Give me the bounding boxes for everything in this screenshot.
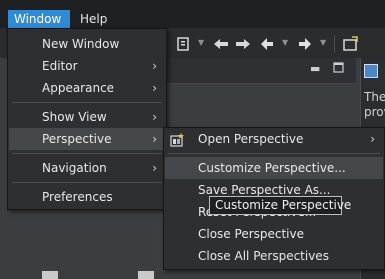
right-panel-line: prov (364, 105, 385, 119)
chevron-right-icon: › (152, 132, 157, 146)
tooltip: Customize Perspective (209, 196, 351, 215)
menu-item-close-all-perspectives[interactable]: Close All Perspectives (165, 245, 383, 267)
chevron-right-icon: › (152, 110, 157, 124)
menu-separator (12, 153, 162, 154)
bottom-tab[interactable] (42, 271, 58, 279)
menu-item-label: Show View (42, 110, 107, 124)
menu-item-open-perspective[interactable]: Open Perspective › (165, 128, 383, 150)
menu-item-show-view[interactable]: Show View › (9, 106, 165, 128)
menu-item-close-perspective[interactable]: Close Perspective (165, 223, 383, 245)
menu-separator (168, 153, 380, 154)
menubar: Window Help (0, 0, 385, 28)
open-type-icon[interactable] (176, 36, 192, 52)
menu-item-label: Open Perspective (198, 132, 304, 146)
window-menu: New Window Editor › Appearance › Show Vi… (7, 28, 167, 210)
menu-separator (12, 182, 162, 183)
chevron-right-icon: › (152, 161, 157, 175)
menu-item-label: New Window (42, 37, 120, 51)
menu-item-label: Close All Perspectives (198, 249, 329, 263)
perspective-toolbar-icon[interactable] (342, 36, 358, 52)
maximize-icon[interactable] (333, 62, 344, 76)
menu-item-perspective[interactable]: Perspective › (9, 128, 165, 150)
chevron-right-icon: › (152, 81, 157, 95)
menu-item-customize-perspective[interactable]: Customize Perspective... (165, 157, 383, 179)
chevron-right-icon: › (370, 132, 375, 146)
menu-item-editor[interactable]: Editor › (9, 55, 165, 77)
menubar-help[interactable]: Help (74, 10, 113, 28)
chevron-down-icon[interactable]: ▼ (320, 38, 326, 47)
menu-item-appearance[interactable]: Appearance › (9, 77, 165, 99)
menu-item-label: Save Perspective As... (198, 183, 331, 197)
outline-icon[interactable] (364, 64, 378, 78)
menu-item-label: Editor (42, 59, 78, 73)
back-edit-icon[interactable] (212, 36, 230, 52)
open-perspective-icon (170, 132, 185, 147)
right-panel-line: The (364, 90, 385, 104)
right-panel-text: The prov (364, 90, 385, 120)
forward-arrow-icon[interactable] (297, 36, 313, 52)
minimize-icon[interactable]: ▬ (310, 62, 320, 75)
menu-item-navigation[interactable]: Navigation › (9, 157, 165, 179)
menu-item-preferences[interactable]: Preferences (9, 186, 165, 208)
chevron-down-icon[interactable]: ▼ (282, 38, 288, 47)
menu-separator (12, 102, 162, 103)
chevron-right-icon: › (152, 59, 157, 73)
menu-item-new-window[interactable]: New Window (9, 33, 165, 55)
menu-item-label: Close Perspective (198, 227, 305, 241)
back-arrow-icon[interactable] (259, 36, 275, 52)
toolbar-divider (334, 35, 335, 53)
menu-item-label: Appearance (42, 81, 115, 95)
menubar-window[interactable]: Window (8, 10, 70, 28)
bottom-tab[interactable] (138, 271, 154, 279)
chevron-down-icon[interactable]: ▼ (198, 38, 204, 47)
forward-edit-icon[interactable] (234, 36, 252, 52)
menu-item-label: Preferences (42, 190, 113, 204)
view-header (166, 58, 356, 84)
menu-item-label: Navigation (42, 161, 107, 175)
menu-item-label: Customize Perspective... (198, 161, 346, 175)
menu-item-label: Perspective (42, 132, 112, 146)
